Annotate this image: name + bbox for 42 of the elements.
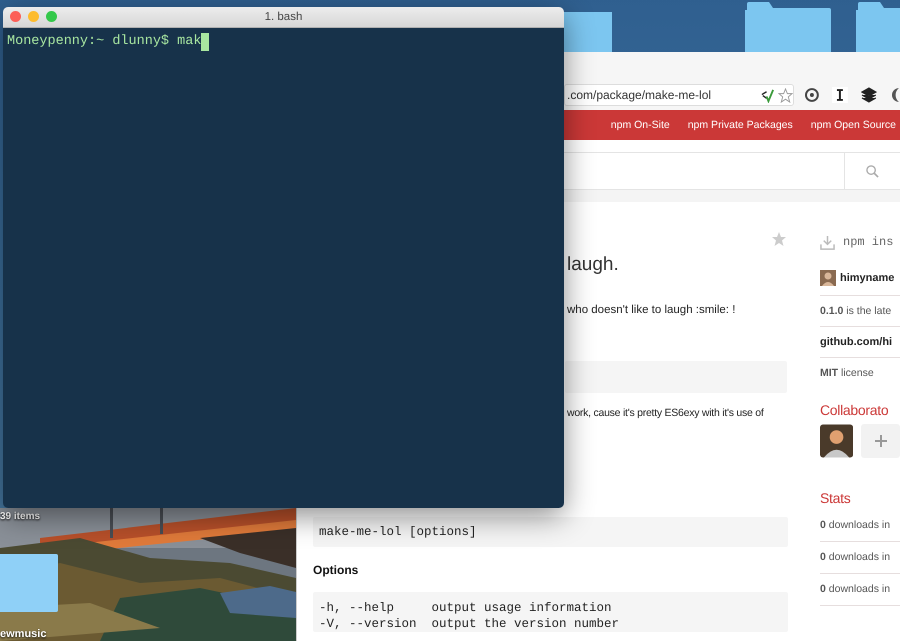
repository-link[interactable]: github.com/hi (820, 327, 900, 358)
avatar (820, 270, 836, 286)
folder-icon[interactable] (0, 552, 58, 612)
package-title: laugh. (567, 253, 619, 277)
checkmark-icon[interactable] (760, 88, 775, 102)
nav-link[interactable]: npm Open Source (810, 119, 896, 131)
description-text: who doesn't like to laugh :smile: ! (567, 304, 736, 316)
star-icon[interactable] (771, 231, 787, 247)
download-count: 0 downloads in (820, 542, 900, 574)
section-heading: Options (313, 563, 360, 577)
section-heading: Stats (820, 490, 852, 506)
code-block: -h, --help output usage information -V, --version output the version number (313, 592, 788, 632)
install-command: npm ins (843, 235, 894, 249)
version-text: 0.1.0 is the late (820, 296, 900, 327)
moon-icon[interactable] (890, 87, 900, 103)
layers-icon[interactable] (861, 87, 878, 103)
terminal-pane[interactable]: Moneypenny:~ dlunny$ mak (3, 28, 564, 508)
text-cursor-icon[interactable] (832, 87, 848, 103)
text-cursor (201, 33, 210, 51)
nav-link[interactable]: npm On-Site (610, 119, 670, 131)
download-icon (820, 234, 835, 250)
folder-icon[interactable] (745, 2, 831, 52)
search-icon (866, 164, 879, 178)
add-button[interactable] (861, 424, 900, 458)
description-text: work, cause it's pretty ES6exy with it's use of (567, 407, 764, 419)
close-button[interactable] (10, 11, 21, 22)
maintainer-link[interactable]: himyname (840, 272, 894, 284)
nav-link[interactable]: npm Private Packages (688, 119, 793, 131)
download-count: 0 downloads in (820, 574, 900, 606)
command-line: Moneypenny:~ dlunny$ mak (7, 33, 202, 51)
download-count: 0 downloads in (820, 510, 900, 542)
address-bar[interactable]: .com/package/make-me-lol (564, 84, 794, 106)
folder-label: ewmusic (0, 628, 46, 641)
avatar[interactable] (820, 424, 854, 458)
section-heading: Collaborato (820, 402, 890, 418)
license-text: MIT license (820, 366, 875, 381)
window-title: 1. bash (264, 11, 302, 23)
folder-icon[interactable] (856, 2, 900, 52)
item-count: 39 items (0, 511, 40, 522)
plus-icon (874, 435, 887, 447)
code-block: make-me-lol [options] (313, 517, 788, 547)
star-icon[interactable] (778, 88, 793, 102)
